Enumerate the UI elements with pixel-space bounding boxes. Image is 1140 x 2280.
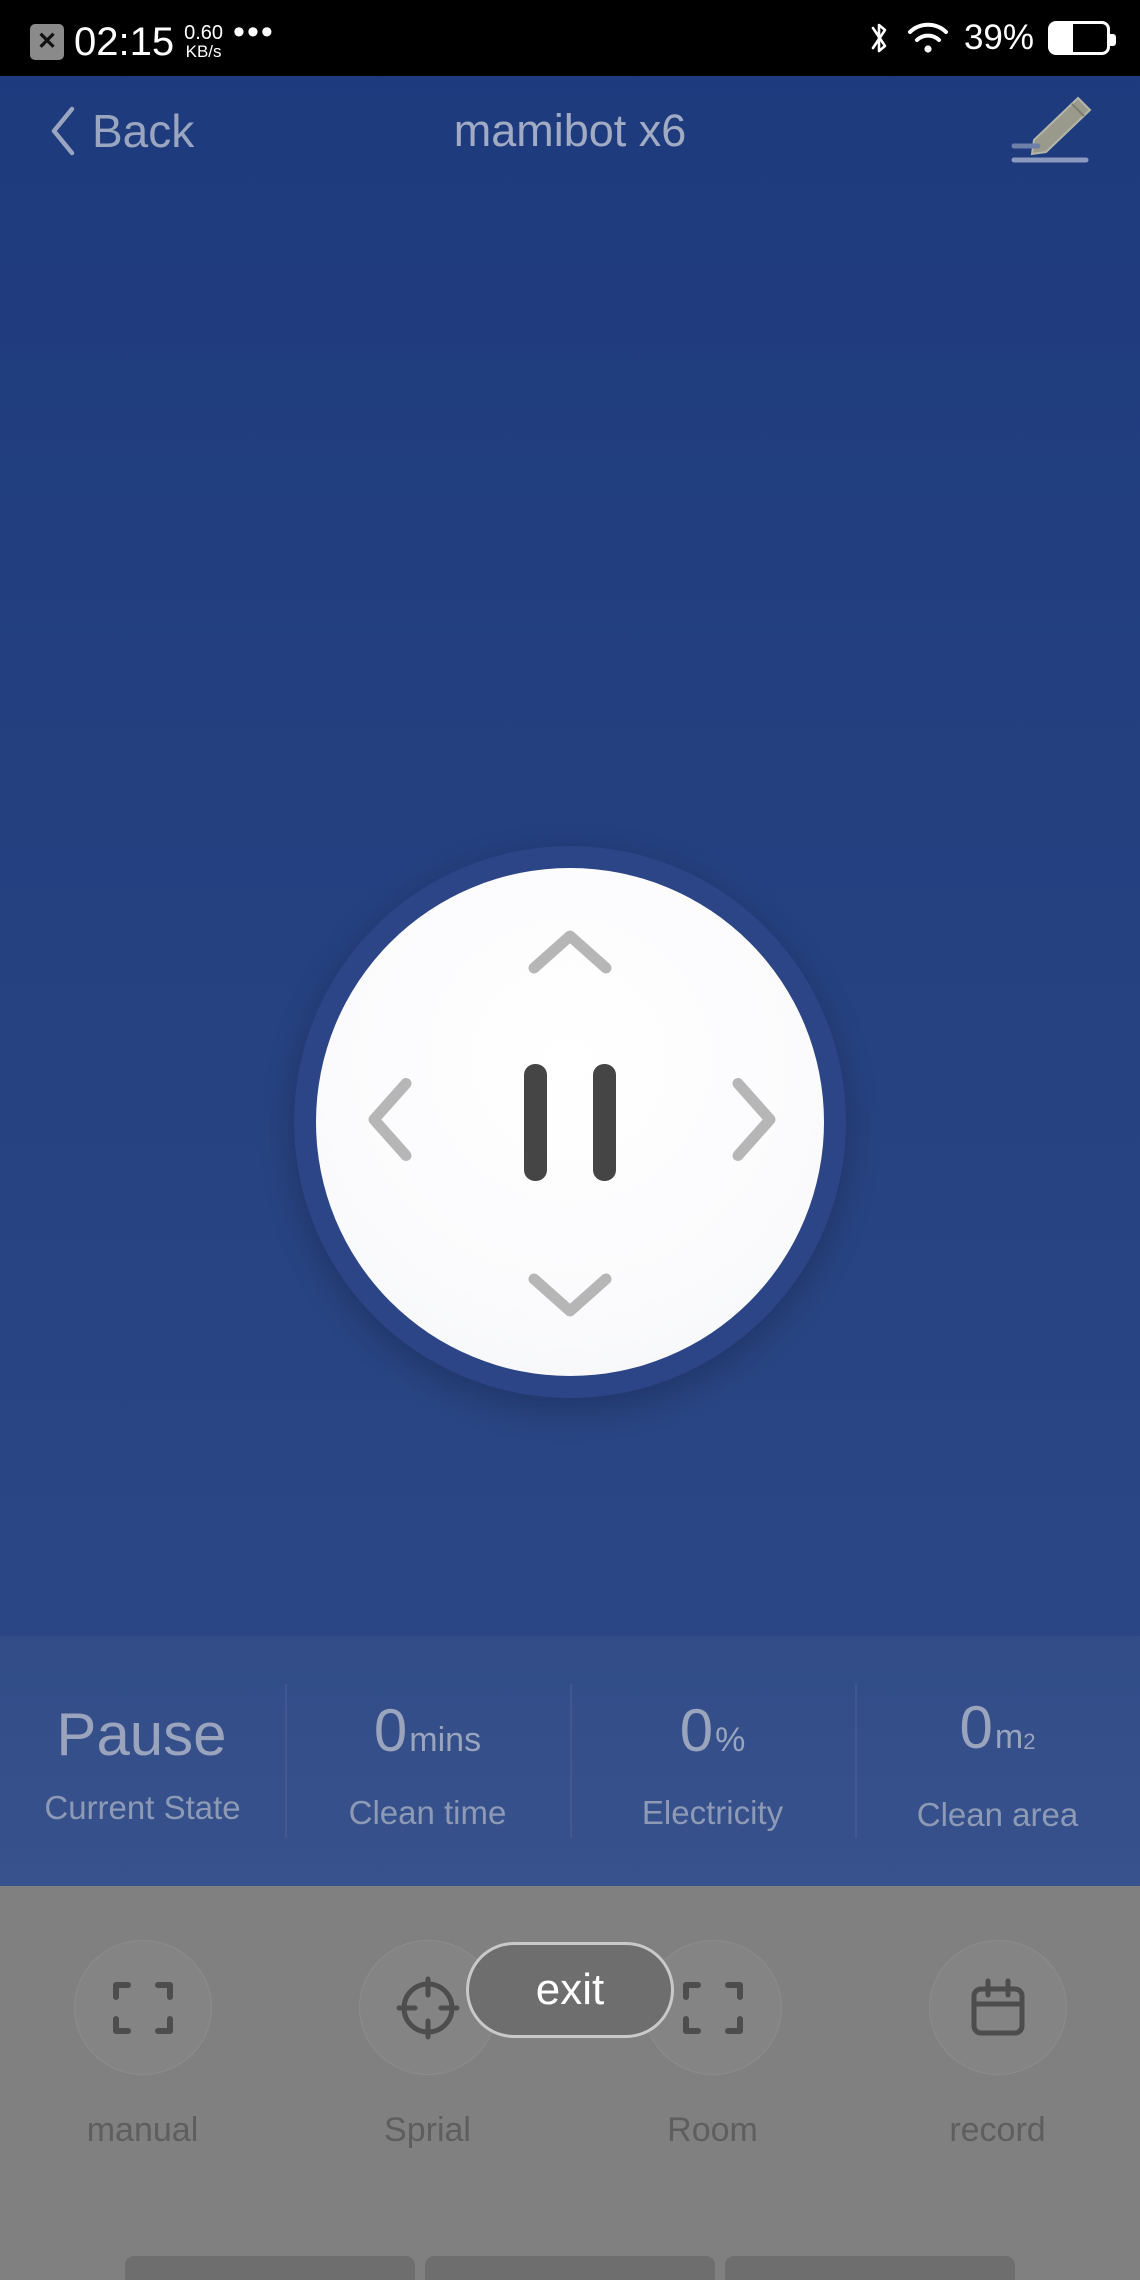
dpad-down-button[interactable] (526, 1269, 614, 1324)
toolbar-label: record (949, 2111, 1046, 2149)
edit-button[interactable] (1002, 90, 1098, 170)
battery-percent: 39% (963, 18, 1034, 57)
stat-clean-area: 0 m 2 Clean area (855, 1636, 1140, 1886)
frame-corners-icon (112, 1981, 173, 2034)
stat-label: Current State (44, 1789, 241, 1826)
stat-label: Clean time (348, 1793, 507, 1831)
toolbar-item-record[interactable]: record (855, 1940, 1140, 2150)
app-header: Back mamibot x6 (0, 76, 1140, 186)
stat-number: 0 (679, 1696, 714, 1764)
stat-value: 0 % (679, 1696, 746, 1772)
stat-number: 0 (373, 1696, 408, 1764)
battery-icon (1048, 21, 1116, 55)
stat-current-state: Pause Current State (0, 1636, 285, 1886)
status-time: 02:15 (74, 19, 175, 64)
stat-label: Electricity (641, 1793, 784, 1831)
stat-label: Clean area (916, 1796, 1079, 1833)
toolbar-item-manual[interactable]: manual (0, 1940, 285, 2150)
stat-value: 0 m 2 (960, 1696, 1036, 1774)
status-bar-left: ✕ 02:15 0.60 KB/s ••• (30, 13, 275, 64)
dpad-left-button[interactable] (364, 1076, 414, 1169)
dpad-right-button[interactable] (728, 1076, 778, 1169)
network-speed-value: 0.60 (184, 21, 224, 44)
stat-unit-exponent: 2 (1023, 1729, 1036, 1754)
status-bar: ✕ 02:15 0.60 KB/s ••• 39% (0, 0, 1140, 76)
stat-unit: % (715, 1720, 746, 1759)
app-root: ✕ 02:15 0.60 KB/s ••• 39% Back mamibot x… (0, 0, 1140, 2280)
system-navigation-bar (0, 2256, 1140, 2280)
stat-number: 0 (959, 1694, 993, 1761)
nav-back-segment[interactable] (125, 2256, 415, 2280)
crosshair-target-icon (396, 1976, 459, 2039)
pencil-edit-icon (1011, 96, 1092, 163)
nav-home-segment[interactable] (425, 2256, 715, 2280)
chevron-right-icon (732, 1078, 776, 1161)
chevron-up-icon (528, 930, 612, 974)
network-speed: 0.60 KB/s (184, 21, 224, 62)
pause-button[interactable] (490, 1042, 650, 1202)
stat-value: 0 mins (373, 1696, 482, 1772)
sim-x-icon: ✕ (30, 23, 64, 60)
back-button[interactable]: Back (48, 104, 194, 158)
stat-clean-time: 0 mins Clean time (285, 1636, 570, 1886)
chevron-down-icon (528, 1273, 612, 1317)
stats-bar: Pause Current State 0 mins Clean time 0 … (0, 1636, 1140, 1886)
dpad-up-button[interactable] (526, 926, 614, 981)
toolbar-icon-wrap (928, 1940, 1067, 2075)
chevron-left-icon (51, 106, 75, 156)
toolbar-label: Sprial (384, 2111, 471, 2149)
status-bar-right: 39% (866, 18, 1116, 58)
nav-recents-segment[interactable] (725, 2256, 1015, 2280)
stat-value: Pause (56, 1703, 228, 1767)
overflow-dots-icon: ••• (233, 12, 275, 51)
frame-corners-icon (682, 1981, 743, 2034)
stat-number: Pause (56, 1701, 227, 1768)
toolbar-label: manual (86, 2111, 199, 2149)
bluetooth-icon (871, 23, 887, 53)
pause-icon (524, 1063, 547, 1181)
calendar-icon (971, 1978, 1024, 2035)
stat-unit: m (994, 1718, 1024, 1756)
chevron-left-icon (368, 1078, 412, 1161)
dpad-control (294, 846, 846, 1398)
wifi-icon (907, 22, 948, 53)
toolbar-label: Room (667, 2111, 758, 2149)
stat-unit: mins (409, 1720, 482, 1759)
exit-button[interactable]: exit (466, 1942, 674, 2038)
pause-icon-second-bar (593, 1063, 616, 1181)
stat-electricity: 0 % Electricity (570, 1636, 855, 1886)
dpad-surface[interactable] (316, 868, 824, 1376)
toolbar-icon-wrap (73, 1940, 212, 2075)
network-speed-unit: KB/s (185, 42, 222, 62)
back-label: Back (92, 105, 195, 157)
